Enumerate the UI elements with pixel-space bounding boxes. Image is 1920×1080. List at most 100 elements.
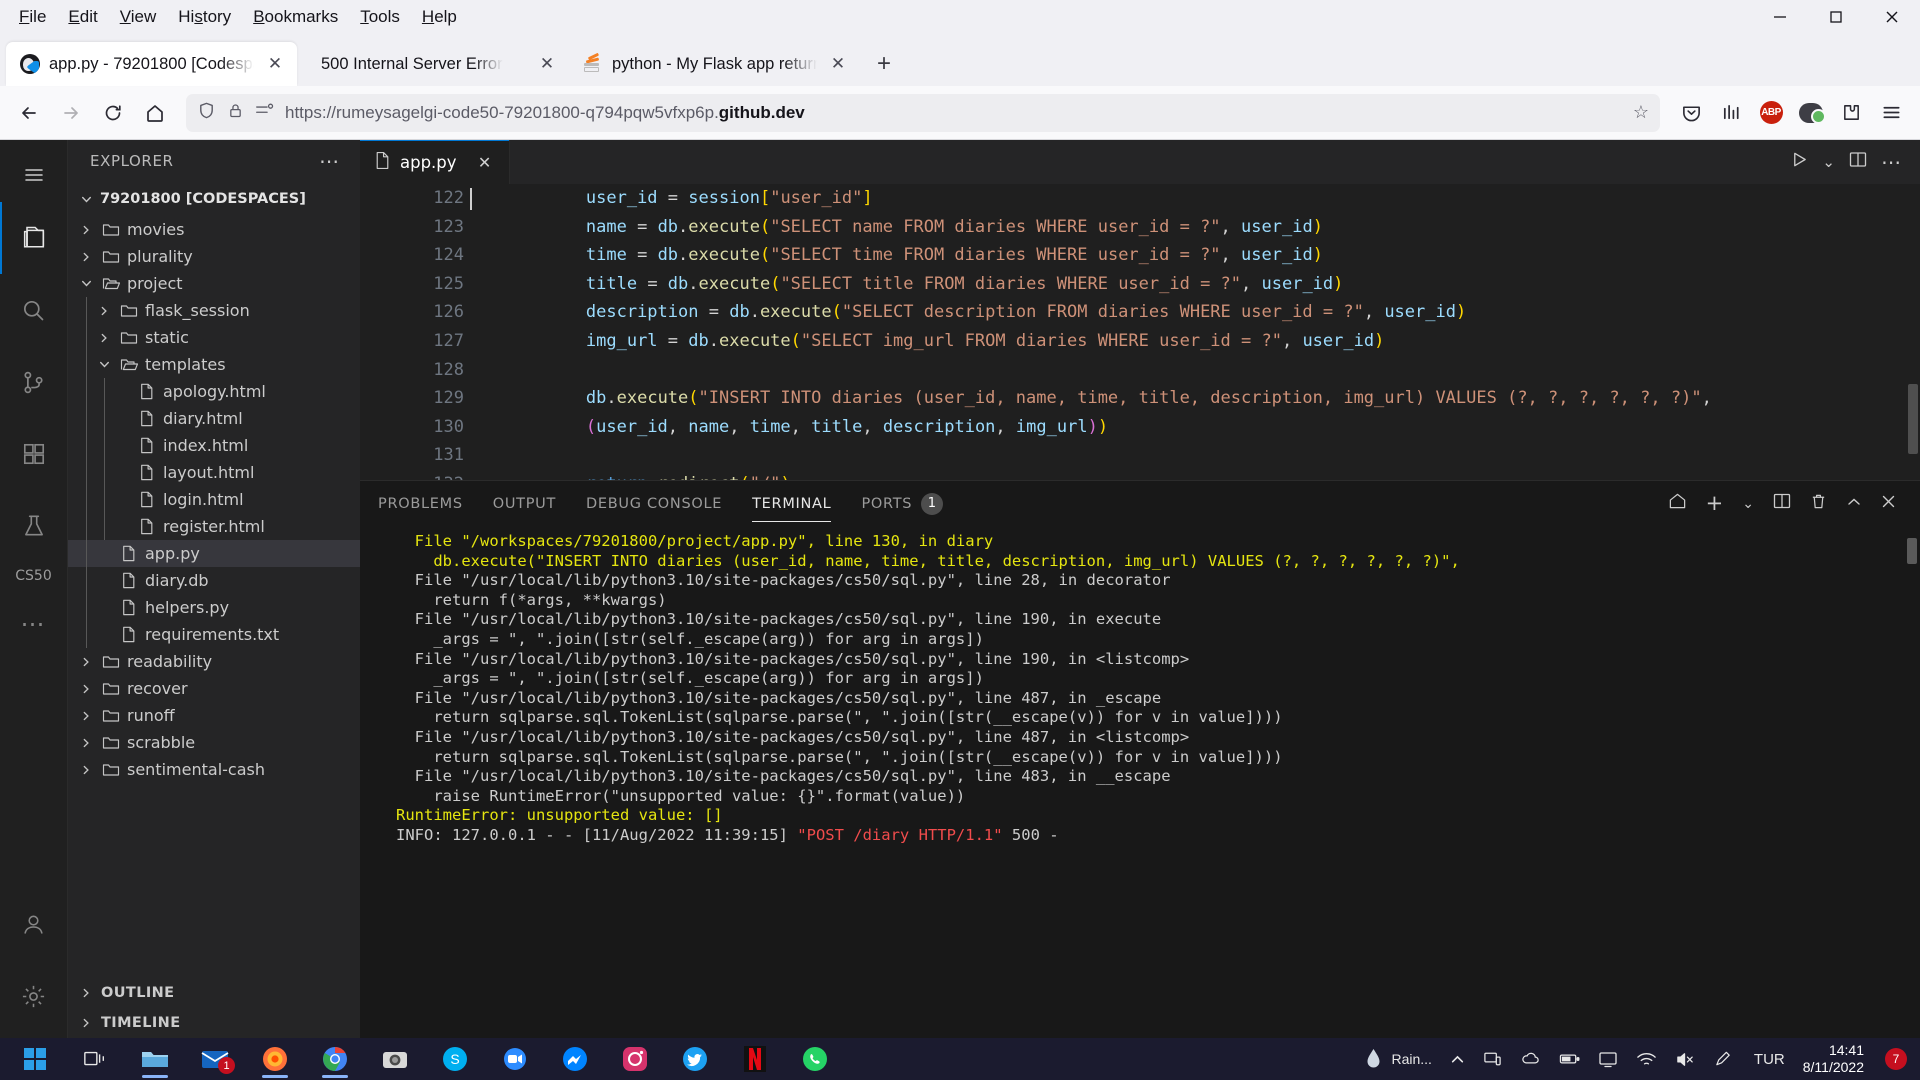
chevron-down-icon[interactable]	[78, 277, 94, 290]
tree-item-apology-html[interactable]: apology.html	[68, 378, 360, 405]
close-panel-icon[interactable]	[1881, 494, 1896, 514]
reload-button-icon[interactable]	[94, 94, 132, 132]
tab-close-icon[interactable]: ✕	[826, 52, 850, 76]
terminal-output[interactable]: File "/workspaces/79201800/project/app.p…	[378, 526, 1920, 1038]
hamburger-menu-icon[interactable]	[0, 148, 68, 202]
activitybar-settings-gear-icon[interactable]	[0, 960, 68, 1032]
menu-bookmarks[interactable]: Bookmarks	[244, 5, 347, 29]
remote-indicator-label[interactable]: CS50	[15, 568, 51, 584]
new-terminal-chevron-down-icon[interactable]: ⌄	[1742, 496, 1754, 512]
chevron-down-icon[interactable]	[96, 358, 112, 371]
minimize-button[interactable]	[1752, 0, 1808, 34]
tree-item-project[interactable]: project	[68, 270, 360, 297]
tree-item-runoff[interactable]: runoff	[68, 702, 360, 729]
tree-item-movies[interactable]: movies	[68, 216, 360, 243]
sidebar-section-outline[interactable]: OUTLINE	[68, 978, 360, 1008]
bookmark-star-icon[interactable]: ☆	[1633, 102, 1649, 123]
back-button-icon[interactable]	[10, 94, 48, 132]
library-icon[interactable]	[1712, 94, 1750, 132]
url-text[interactable]: https://rumeysagelgi-code50-79201800-q79…	[285, 103, 1622, 123]
panel-tab-debug-console[interactable]: DEBUG CONSOLE	[586, 481, 722, 526]
extensions-icon[interactable]	[1832, 94, 1870, 132]
tree-item-sentimental-cash[interactable]: sentimental-cash	[68, 756, 360, 783]
permissions-icon[interactable]	[255, 102, 274, 124]
panel-tab-ports[interactable]: PORTS1	[861, 481, 943, 526]
terminal-home-icon[interactable]	[1668, 492, 1687, 515]
tree-item-diary-html[interactable]: diary.html	[68, 405, 360, 432]
tree-item-requirements-txt[interactable]: requirements.txt	[68, 621, 360, 648]
split-terminal-icon[interactable]	[1773, 493, 1791, 514]
tree-item-layout-html[interactable]: layout.html	[68, 459, 360, 486]
activitybar-source-control-icon[interactable]	[0, 346, 68, 418]
activitybar-search-icon[interactable]	[0, 274, 68, 346]
tree-item-templates[interactable]: templates	[68, 351, 360, 378]
kill-terminal-icon[interactable]	[1810, 493, 1827, 515]
chevron-right-icon[interactable]	[78, 764, 94, 776]
language-indicator[interactable]: TUR	[1742, 1038, 1797, 1080]
sidebar-section-timeline[interactable]: TIMELINE	[68, 1008, 360, 1038]
home-button-icon[interactable]	[136, 94, 174, 132]
menu-history[interactable]: History	[169, 5, 240, 29]
editor-more-actions-icon[interactable]: ⋯	[1881, 150, 1902, 174]
run-python-file-icon[interactable]	[1791, 151, 1808, 173]
zoom-icon[interactable]	[486, 1038, 544, 1080]
rainmeter-item[interactable]: Rain...	[1355, 1038, 1440, 1080]
menu-tools[interactable]: Tools	[351, 5, 409, 29]
battery-icon[interactable]	[1550, 1038, 1589, 1080]
pocket-icon[interactable]	[1672, 94, 1710, 132]
close-button[interactable]	[1864, 0, 1920, 34]
tree-item-index-html[interactable]: index.html	[68, 432, 360, 459]
twitter-icon[interactable]	[666, 1038, 724, 1080]
whatsapp-icon[interactable]	[786, 1038, 844, 1080]
terminal-scrollbar[interactable]	[1907, 538, 1917, 564]
editor-tab-app-py[interactable]: app.py ✕	[360, 140, 510, 184]
menu-file[interactable]: File	[10, 5, 55, 29]
file-explorer-icon[interactable]	[126, 1038, 184, 1080]
maximize-panel-icon[interactable]	[1846, 494, 1862, 514]
tree-item-login-html[interactable]: login.html	[68, 486, 360, 513]
activitybar-testing-icon[interactable]	[0, 490, 68, 562]
tab-close-icon[interactable]: ✕	[535, 52, 559, 76]
chevron-right-icon[interactable]	[78, 683, 94, 695]
volume-icon[interactable]	[1666, 1038, 1705, 1080]
forward-button-icon[interactable]	[52, 94, 90, 132]
notifications-icon[interactable]: 7	[1876, 1038, 1916, 1080]
editor-tab-close-icon[interactable]: ✕	[474, 151, 496, 173]
browser-tab-0[interactable]: app.py - 79201800 [Codespaces ✕	[6, 42, 297, 86]
netflix-icon[interactable]	[726, 1038, 784, 1080]
chevron-right-icon[interactable]	[96, 305, 112, 317]
tray-chevron-icon[interactable]	[1441, 1038, 1474, 1080]
panel-tab-problems[interactable]: PROBLEMS	[378, 481, 463, 526]
chevron-right-icon[interactable]	[78, 656, 94, 668]
activitybar-more-icon[interactable]: …	[0, 590, 68, 646]
chevron-down-icon[interactable]	[78, 193, 94, 206]
adblock-plus-icon[interactable]: ABP	[1752, 94, 1790, 132]
skype-icon[interactable]: S	[426, 1038, 484, 1080]
network-icon[interactable]	[1627, 1038, 1666, 1080]
activitybar-explorer-icon[interactable]	[0, 202, 68, 274]
firefox-icon[interactable]	[246, 1038, 304, 1080]
new-terminal-icon[interactable]: +	[1706, 493, 1724, 514]
menu-edit[interactable]: Edit	[59, 5, 106, 29]
onedrive-icon[interactable]	[1511, 1038, 1550, 1080]
messenger-icon[interactable]	[546, 1038, 604, 1080]
sidebar-actions-icon[interactable]: ⋯	[319, 149, 340, 173]
code-editor[interactable]: 122 user_id = session["user_id"]123 name…	[360, 184, 1920, 480]
maximize-button[interactable]	[1808, 0, 1864, 34]
activitybar-account-icon[interactable]	[0, 888, 68, 960]
tree-item-register-html[interactable]: register.html	[68, 513, 360, 540]
tree-item-scrabble[interactable]: scrabble	[68, 729, 360, 756]
tree-item-readability[interactable]: readability	[68, 648, 360, 675]
browser-tab-1[interactable]: 500 Internal Server Error ✕	[297, 42, 569, 86]
app-menu-icon[interactable]	[1872, 94, 1910, 132]
pen-icon[interactable]	[1705, 1038, 1742, 1080]
chevron-right-icon[interactable]	[78, 737, 94, 749]
tree-item-helpers-py[interactable]: helpers.py	[68, 594, 360, 621]
chevron-right-icon[interactable]	[78, 251, 94, 263]
windows-start-icon[interactable]	[6, 1038, 64, 1080]
chrome-icon[interactable]	[306, 1038, 364, 1080]
tree-item-plurality[interactable]: plurality	[68, 243, 360, 270]
panel-tab-output[interactable]: OUTPUT	[493, 481, 556, 526]
new-tab-button[interactable]: +	[866, 46, 902, 82]
panel-tab-terminal[interactable]: TERMINAL	[752, 481, 831, 526]
